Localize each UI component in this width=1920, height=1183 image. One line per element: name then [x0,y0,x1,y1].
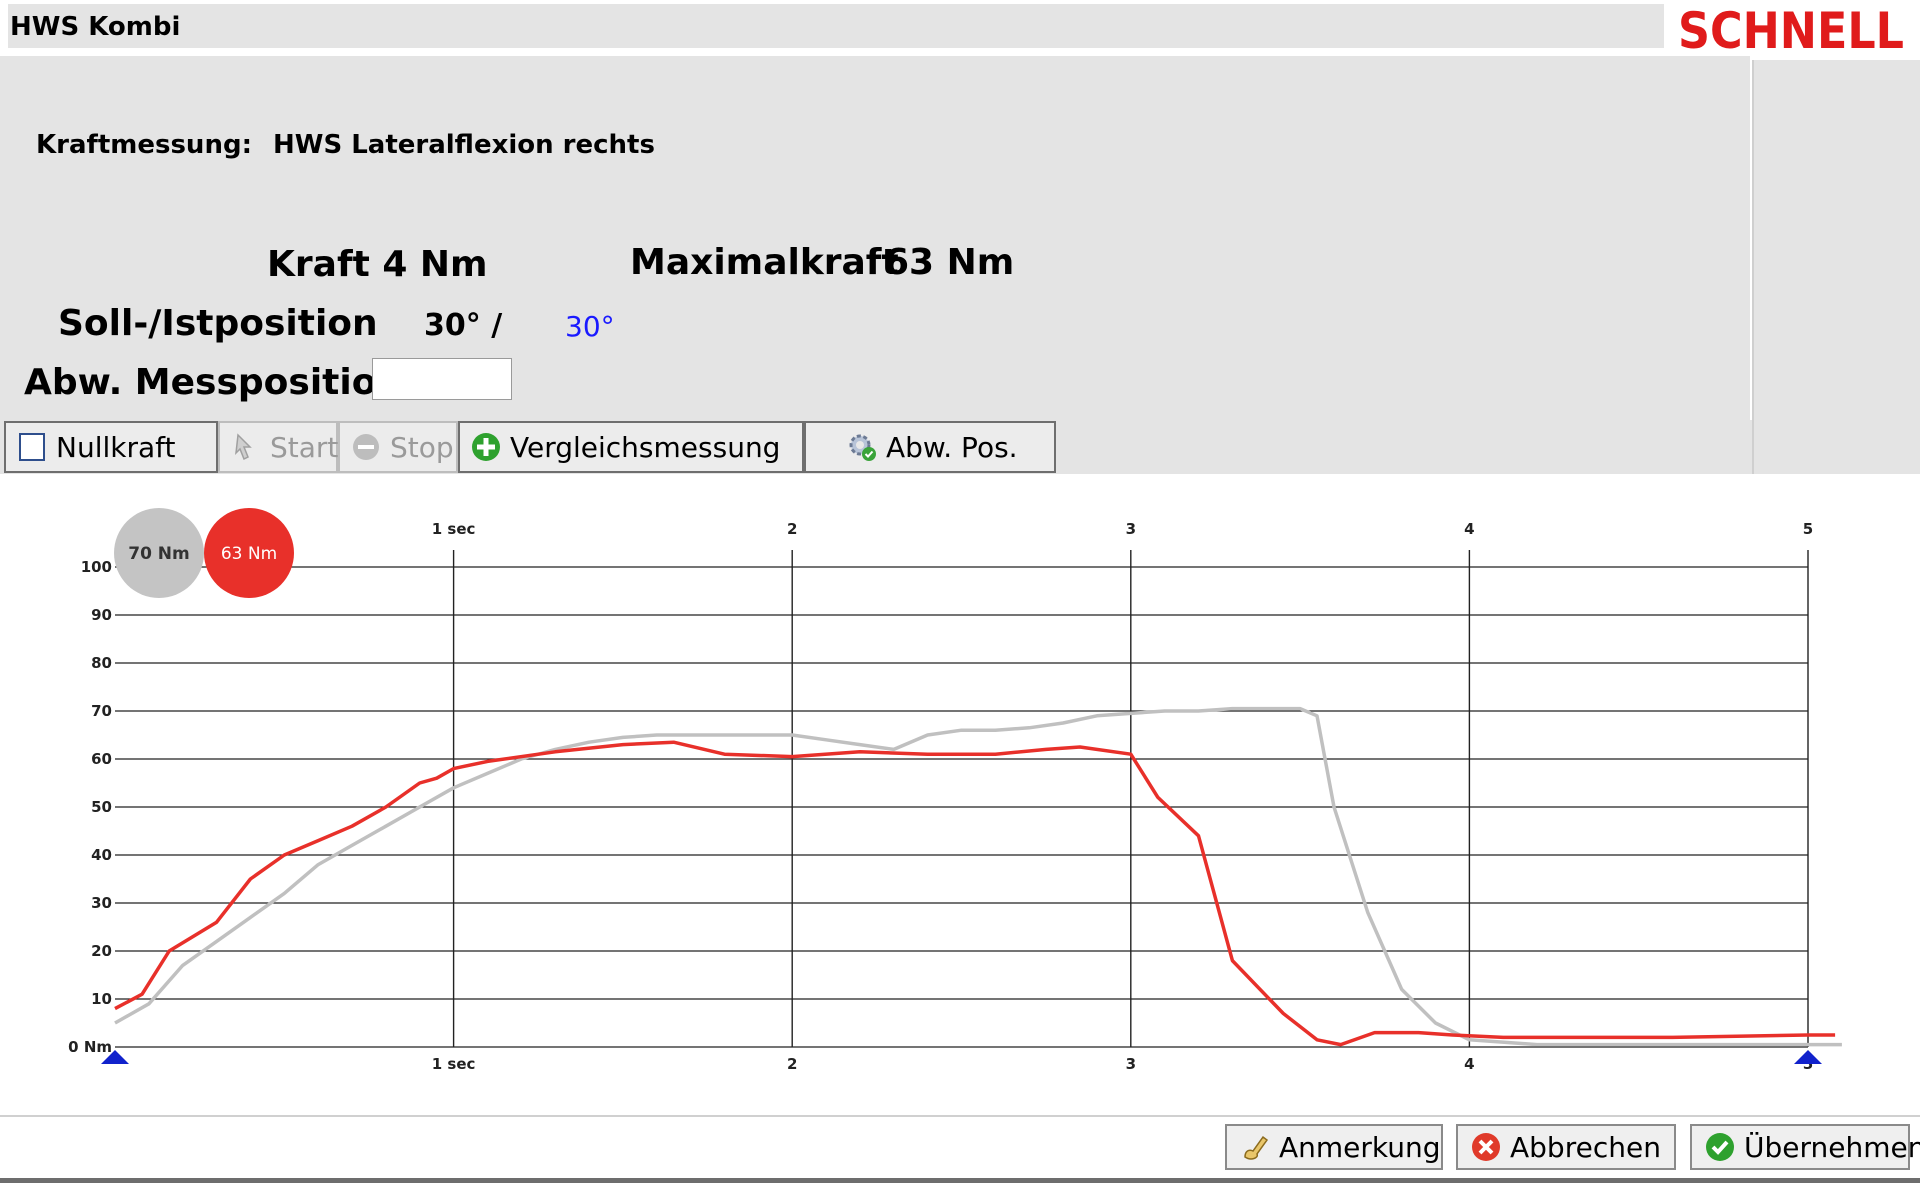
x-tick-label-top: 4 [1464,520,1474,538]
deviation-input[interactable] [372,358,512,400]
x-tick-label-top: 1 sec [432,520,476,538]
right-side-panel [1752,60,1920,474]
position-actual: 30° [565,310,615,343]
bottom-border [0,1178,1920,1183]
start-button[interactable]: Start [218,421,338,473]
x-tick-label-bottom: 3 [1126,1055,1136,1073]
abw-pos-button[interactable]: Abw. Pos. [804,421,1056,473]
anmerkung-button[interactable]: Anmerkung [1225,1124,1443,1170]
stop-button[interactable]: Stop [338,421,458,473]
measurement-name: HWS Lateralflexion rechts [273,130,655,160]
measurement-label: Kraftmessung: [36,130,252,160]
abw-pos-label: Abw. Pos. [886,430,1018,464]
max-force-badge-label: 70 Nm [128,544,190,564]
position-label: Soll-/Istposition [58,303,378,344]
window-title: HWS Kombi [10,12,181,42]
y-tick-label: 80 [91,654,112,672]
brush-note-icon [1244,1135,1269,1160]
y-tick-label: 50 [91,798,112,816]
schnell-logo: SCHNELL [1678,2,1904,56]
uebernehmen-button[interactable]: Übernehmen [1690,1124,1920,1170]
maxforce-label: Maximalkraft [630,242,899,283]
nullkraft-label: Nullkraft [56,430,176,464]
checkbox-icon [19,433,45,461]
y-tick-label: 60 [91,750,112,768]
y-tick-label: 10 [91,990,112,1008]
check-circle-icon [1706,1133,1734,1161]
anmerkung-label: Anmerkung [1279,1130,1441,1164]
vergleichsmessung-label: Vergleichsmessung [510,430,781,464]
y-tick-label: 100 [81,558,112,576]
x-tick-label-top: 2 [787,520,797,538]
abbrechen-button[interactable]: Abbrechen [1456,1124,1676,1170]
gear-check-icon [849,434,876,461]
x-tick-label-bottom: 1 sec [432,1055,476,1073]
vergleichsmessung-button[interactable]: Vergleichsmessung [458,421,804,473]
max-force-badge-label: 63 Nm [221,544,277,564]
minus-circle-icon [353,434,379,460]
cancel-icon [1472,1133,1500,1161]
y-tick-label: 90 [91,606,112,624]
force-value: Kraft 4 Nm [267,244,488,285]
x-tick-label-top: 3 [1126,520,1136,538]
y-tick-label: 40 [91,846,112,864]
x-tick-label-bottom: 4 [1464,1055,1474,1073]
abbrechen-label: Abbrechen [1510,1130,1661,1164]
y-tick-label: 70 [91,702,112,720]
y-tick-label: 0 Nm [68,1038,112,1056]
logo-text: SCHNELL [1678,2,1904,56]
y-tick-label: 20 [91,942,112,960]
deviation-label: Abw. Messposition [24,362,403,403]
x-tick-label-bottom: 2 [787,1055,797,1073]
nullkraft-button[interactable]: Nullkraft [4,421,218,473]
y-tick-label: 30 [91,894,112,912]
footer-divider [0,1115,1920,1117]
stop-label: Stop [390,430,454,464]
start-label: Start [270,430,339,464]
force-chart: 0 Nm 10 20 30 40 50 60 70 80 90 100 1 sec 1 sec 2 2 3 3 4… [68,508,1842,1073]
maxforce-value: 63 Nm [884,242,1015,283]
end-marker [1794,1050,1822,1064]
plus-circle-icon [472,433,500,461]
uebernehmen-label: Übernehmen [1744,1130,1920,1164]
title-bar: HWS Kombi [8,4,1664,48]
position-target: 30° / [424,308,503,343]
x-tick-label-top: 5 [1803,520,1813,538]
hand-pointer-icon [235,433,252,461]
